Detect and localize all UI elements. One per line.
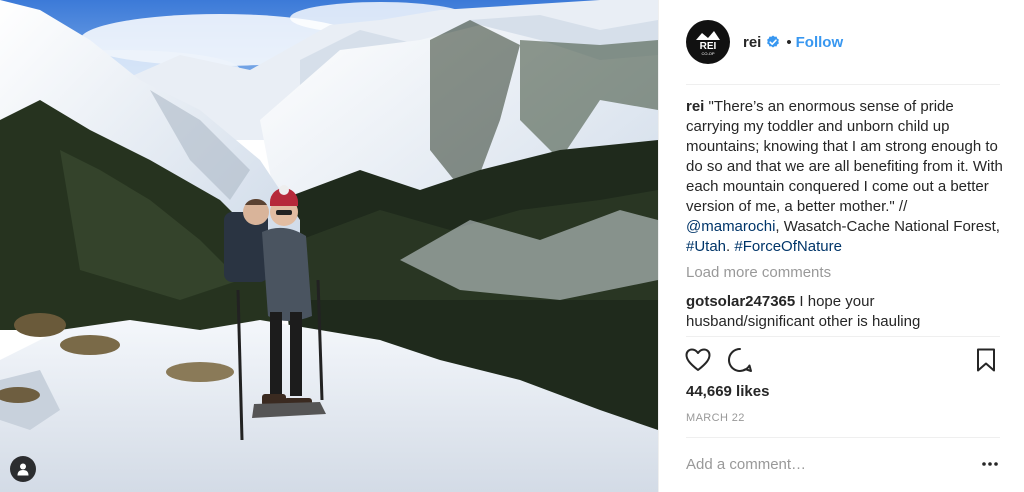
header-divider [686, 84, 1000, 85]
svg-text:CO-OP: CO-OP [701, 51, 714, 56]
comment-divider [686, 437, 1000, 438]
post-sidebar: REI CO-OP rei • Follow rei "There’s an e… [658, 0, 1024, 492]
likes-count[interactable]: 44,669 likes [686, 383, 769, 400]
mountain-photo [0, 0, 658, 492]
post-header: REI CO-OP rei • Follow [686, 18, 843, 66]
post-username[interactable]: rei [743, 34, 761, 51]
heart-icon[interactable] [684, 346, 712, 374]
comment-item: gotsolar247365 I hope your husband/signi… [686, 292, 1004, 332]
avatar[interactable]: REI CO-OP [686, 20, 730, 64]
hashtag-link[interactable]: #Utah [686, 238, 726, 255]
bookmark-icon[interactable] [972, 346, 1000, 374]
comment-bubble-icon[interactable] [726, 346, 754, 374]
follow-button[interactable]: Follow [796, 34, 844, 51]
comment-author[interactable]: gotsolar247365 [686, 293, 795, 310]
post-date: MARCH 22 [686, 412, 745, 424]
user-tag-icon[interactable] [10, 456, 36, 482]
caption-text: , Wasatch-Cache National Forest, [775, 218, 1000, 235]
caption-text: "There’s an enormous sense of pride carr… [686, 98, 1003, 215]
hashtag-link[interactable]: #ForceOfNature [734, 238, 842, 255]
caption-author[interactable]: rei [686, 98, 704, 115]
rei-logo-icon: REI CO-OP [696, 31, 720, 56]
post-caption: rei "There’s an enormous sense of pride … [686, 97, 1004, 257]
load-more-comments-button[interactable]: Load more comments [686, 264, 831, 281]
mention-link[interactable]: @mamarochi [686, 218, 775, 235]
separator-dot: • [786, 33, 792, 51]
add-comment-input[interactable] [686, 455, 980, 473]
actions-divider [686, 336, 1000, 337]
post-photo[interactable] [0, 0, 658, 492]
add-comment-row [686, 452, 1000, 476]
verified-badge-icon [767, 35, 780, 48]
more-options-icon[interactable] [980, 454, 1000, 474]
post-actions [684, 346, 1000, 374]
